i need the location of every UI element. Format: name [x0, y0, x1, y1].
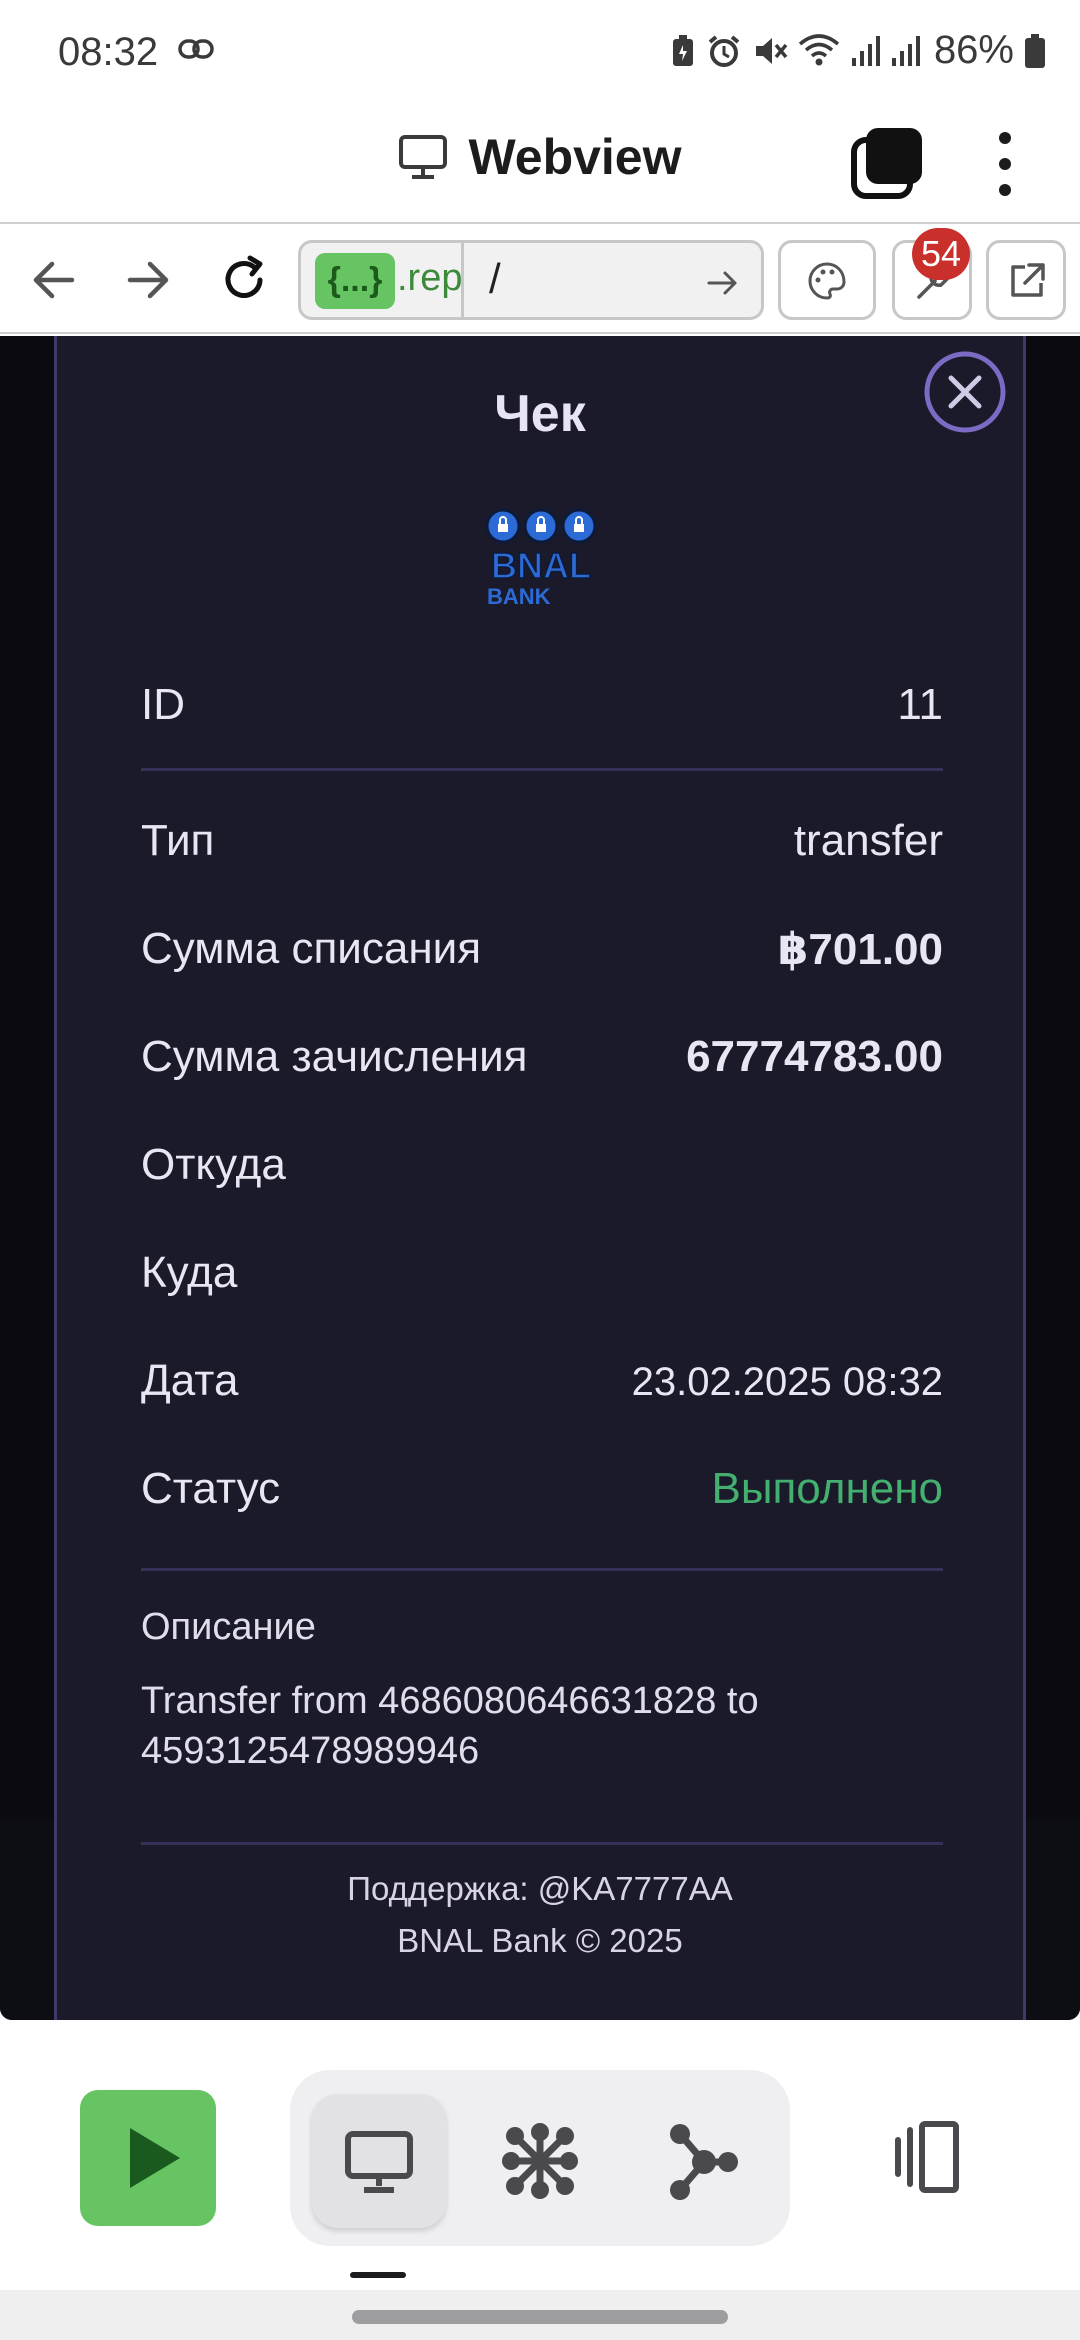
- open-external-button[interactable]: [986, 240, 1066, 320]
- svg-text:BANK: BANK: [487, 584, 551, 609]
- description-text: Transfer from 4686080646631828 to 459312…: [141, 1680, 759, 1772]
- screen-rotate-icon[interactable]: [888, 2116, 972, 2200]
- row-value: 11: [897, 680, 943, 729]
- divider: [141, 768, 943, 771]
- system-nav-bar: [0, 2290, 1080, 2340]
- status-bar: 08:32 86%: [0, 0, 1080, 110]
- forward-arrow-icon[interactable]: [120, 252, 176, 308]
- monitor-icon: [399, 134, 448, 179]
- receipt-row-from: Откуда: [141, 1140, 943, 1210]
- more-vert-icon[interactable]: [985, 124, 1025, 204]
- row-value: 67774783.00: [686, 1032, 943, 1081]
- battery-saver-icon: [672, 34, 693, 66]
- url-domain: .rep: [397, 257, 463, 299]
- tabs-icon[interactable]: [850, 126, 924, 200]
- mute-icon: [755, 37, 788, 64]
- row-label: Тип: [141, 816, 215, 865]
- battery-percent: 86%: [933, 28, 1014, 72]
- receipt-row-to: Куда: [141, 1248, 943, 1318]
- row-label: Откуда: [141, 1140, 286, 1189]
- notification-count-badge: 54: [912, 228, 970, 280]
- svg-text:BNAL: BNAL: [491, 545, 591, 586]
- play-icon: [130, 2128, 180, 2188]
- row-label: Куда: [141, 1248, 238, 1297]
- status-time: 08:32: [58, 30, 159, 74]
- graph-mode-button[interactable]: [634, 2094, 768, 2228]
- receipt-row-credit: Сумма зачисления 67774783.00: [141, 1032, 943, 1102]
- palette-icon: [808, 262, 846, 300]
- bottom-toolbar: [0, 2020, 1080, 2290]
- row-value: ฿701.00: [777, 925, 943, 974]
- url-divider: [461, 243, 464, 317]
- receipt-row-status: Статус Выполнено: [141, 1464, 943, 1534]
- receipt-title: Чек: [494, 385, 586, 443]
- signal-icon: [851, 35, 880, 66]
- url-badge: {...}: [315, 253, 395, 309]
- url-path-input[interactable]: /: [489, 255, 501, 303]
- bank-logo: BNAL BANK: [485, 508, 597, 609]
- row-label: Дата: [141, 1356, 239, 1405]
- back-arrow-icon[interactable]: [26, 252, 82, 308]
- alarm-icon: [708, 34, 740, 67]
- drag-handle[interactable]: [350, 2272, 406, 2278]
- row-label: Сумма списания: [141, 924, 482, 973]
- row-label: Статус: [141, 1464, 281, 1513]
- row-value: 23.02.2025 08:32: [631, 1360, 943, 1404]
- address-bar[interactable]: {...} .rep /: [298, 240, 764, 320]
- row-label: ID: [141, 680, 185, 729]
- battery-icon: [1025, 33, 1045, 68]
- run-button[interactable]: [80, 2090, 216, 2226]
- link-icon: [178, 39, 214, 59]
- divider: [141, 1842, 943, 1845]
- app-title-text: Webview: [468, 128, 682, 185]
- receipt-row-date: Дата 23.02.2025 08:32: [141, 1356, 943, 1426]
- receipt-row-type: Тип transfer: [141, 816, 943, 886]
- description-label: Описание: [141, 1606, 316, 1648]
- status-badge: Выполнено: [711, 1464, 943, 1513]
- graph-node-icon: [670, 2124, 738, 2200]
- status-icons: 86%: [670, 28, 1046, 73]
- monitor-icon: [345, 2131, 413, 2193]
- signal-icon: [891, 35, 920, 66]
- network-grid-icon: [502, 2123, 578, 2199]
- view-switcher: [290, 2070, 790, 2246]
- app-bar: Webview: [0, 110, 1080, 220]
- row-label: Сумма зачисления: [141, 1032, 528, 1081]
- network-mode-button[interactable]: [473, 2094, 607, 2228]
- open-external-icon: [1011, 263, 1045, 297]
- support-link[interactable]: Поддержка: @KA7777AA: [57, 1870, 1023, 1908]
- receipt-row-debit: Сумма списания ฿701.00: [141, 924, 943, 994]
- row-value: transfer: [793, 816, 943, 865]
- webview-mode-button[interactable]: [312, 2094, 446, 2228]
- palette-button[interactable]: [778, 240, 876, 320]
- copyright: BNAL Bank © 2025: [397, 1922, 683, 1959]
- reload-icon[interactable]: [216, 252, 272, 308]
- go-arrow-icon[interactable]: [705, 265, 741, 301]
- divider: [141, 1568, 943, 1571]
- receipt-modal: Чек BNAL BANK ID 11 Тип transfer Сумма с…: [54, 336, 1026, 2020]
- webview-content: Чек BNAL BANK ID 11 Тип transfer Сумма с…: [0, 336, 1080, 2020]
- receipt-row-id: ID 11: [141, 680, 943, 750]
- home-gesture-pill[interactable]: [352, 2310, 728, 2324]
- wifi-icon: [798, 33, 840, 65]
